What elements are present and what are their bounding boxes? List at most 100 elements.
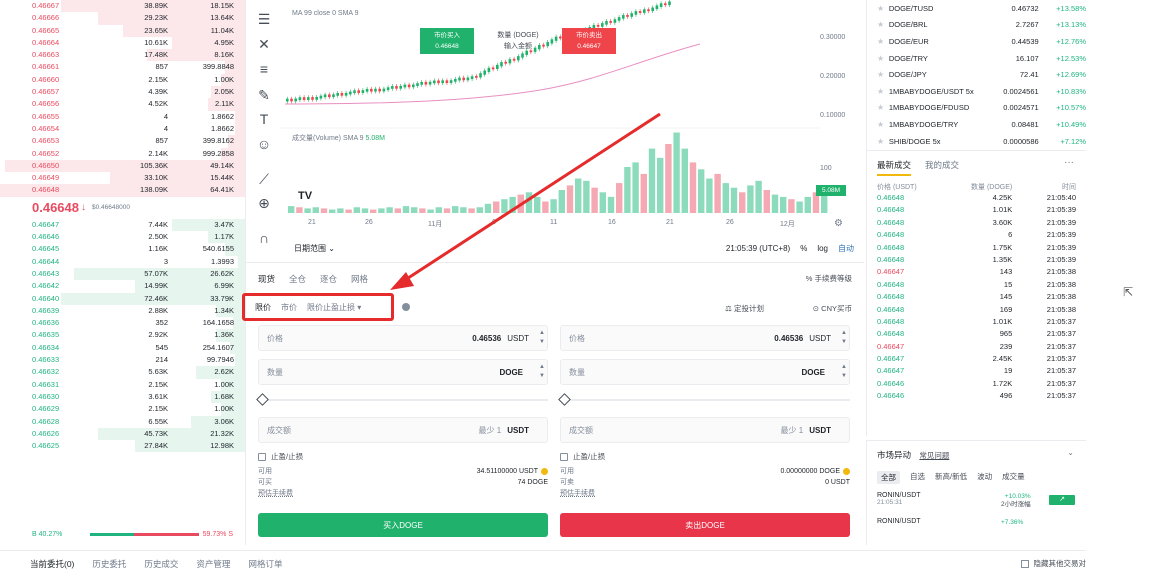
- sell-price-stepper[interactable]: ▲ ▼: [841, 329, 847, 347]
- tab-stop-limit[interactable]: 限价止盈止损 ▾: [307, 302, 361, 313]
- star-icon[interactable]: ★: [877, 120, 889, 129]
- pair-row[interactable]: ★ DOGE/BRL 2.7267 +13.13%: [867, 17, 1086, 34]
- tab-assets[interactable]: 资产管理: [196, 558, 230, 570]
- date-range-selector[interactable]: 日期范围 ⌄: [294, 243, 335, 254]
- star-icon[interactable]: ★: [877, 20, 889, 29]
- order-book-row-ask[interactable]: 0.46664 10.61K 4.95K: [0, 36, 245, 50]
- tab-new-high-low[interactable]: 新高/新低: [935, 471, 967, 484]
- tab-my-trades[interactable]: 我的成交: [925, 159, 959, 176]
- order-book-row-bid[interactable]: 0.46636 352 164.1658: [0, 317, 245, 330]
- star-icon[interactable]: ★: [877, 4, 889, 13]
- order-book-row-ask[interactable]: 0.46666 29.23K 13.64K: [0, 12, 245, 25]
- deposit-coin-icon[interactable]: [843, 467, 850, 475]
- sell-total-input[interactable]: 成交额 最少 1 USDT: [560, 417, 850, 443]
- tab-isolated[interactable]: 逐仓: [320, 273, 337, 285]
- horizontal-lines-icon[interactable]: ☰: [255, 10, 273, 28]
- price-chart[interactable]: MA 99 close 0 SMA 9 成交量(Volume) SMA 9 5.…: [280, 0, 860, 268]
- sell-price-input[interactable]: 价格 0.46536 USDT ▲ ▼: [560, 325, 850, 351]
- order-book-row-bid[interactable]: 0.46628 6.55K 3.06K: [0, 415, 245, 428]
- tab-volatility[interactable]: 波动: [977, 471, 992, 484]
- pair-row[interactable]: ★ DOGE/JPY 72.41 +12.69%: [867, 66, 1086, 83]
- order-book-row-bid[interactable]: 0.46642 14.99K 6.99K: [0, 280, 245, 293]
- fee-level-link[interactable]: % 手续费等级: [806, 273, 852, 284]
- slider-handle[interactable]: [558, 393, 571, 406]
- order-book-row-ask[interactable]: 0.46654 4 1.8662: [0, 122, 245, 136]
- buy-total-input[interactable]: 成交额 最少 1 USDT: [258, 417, 548, 443]
- pair-row[interactable]: ★ 1MBABYDOGE/FDUSD 0.0024571 +10.57%: [867, 100, 1086, 117]
- pair-row[interactable]: ★ DOGE/TUSD 0.46732 +13.58%: [867, 0, 1086, 17]
- pen-brush-icon[interactable]: ✎: [255, 86, 273, 104]
- order-book-row-bid[interactable]: 0.46633 214 99.7946: [0, 354, 245, 367]
- cny-buy-link[interactable]: ⊙ CNY买币: [813, 303, 852, 314]
- sell-quantity-stepper[interactable]: ▲ ▼: [841, 363, 847, 381]
- tab-volume[interactable]: 成交量: [1002, 471, 1025, 484]
- pair-row[interactable]: ★ SHIB/DOGE 5x 0.0000586 +7.12%: [867, 133, 1086, 150]
- order-book-row-bid[interactable]: 0.46639 2.88K 1.34K: [0, 304, 245, 318]
- buy-quantity-stepper[interactable]: ▲ ▼: [539, 363, 545, 381]
- checkbox-box[interactable]: [258, 452, 266, 461]
- buy-fee-label[interactable]: 预估手续费: [258, 488, 293, 499]
- ruler-icon[interactable]: ⟋: [255, 170, 273, 188]
- order-book-row-ask[interactable]: 0.46655 4 1.8662: [0, 110, 245, 123]
- star-icon[interactable]: ★: [877, 103, 889, 112]
- order-book-row-ask[interactable]: 0.46653 857 399.8162: [0, 135, 245, 148]
- order-book-row-bid[interactable]: 0.46631 2.15K 1.00K: [0, 378, 245, 391]
- order-book-row-bid[interactable]: 0.46644 3 1.3993: [0, 255, 245, 268]
- order-book-row-bid[interactable]: 0.46625 27.84K 12.98K: [0, 440, 245, 453]
- order-book-row-ask[interactable]: 0.46656 4.52K 2.11K: [0, 98, 245, 111]
- chart-settings-icon[interactable]: ⚙: [834, 218, 843, 229]
- order-book-row-bid[interactable]: 0.46632 5.63K 2.62K: [0, 366, 245, 379]
- sell-tpsl-checkbox[interactable]: 止盈/止损: [560, 451, 850, 462]
- buy-tpsl-checkbox[interactable]: 止盈/止损: [258, 451, 548, 462]
- order-book-mid-price[interactable]: 0.46648 ↓ $0.46648000: [0, 197, 245, 219]
- buy-doge-button[interactable]: 买入DOGE: [258, 513, 548, 537]
- order-book-row-bid[interactable]: 0.46646 2.50K 1.17K: [0, 231, 245, 244]
- log-scale-toggle[interactable]: log: [817, 244, 828, 253]
- slider-handle[interactable]: [256, 393, 269, 406]
- tab-order-history[interactable]: 历史委托: [92, 558, 126, 570]
- sell-quantity-input[interactable]: 数量 DOGE ▲ ▼: [560, 359, 850, 385]
- pair-row[interactable]: ★ 1MBABYDOGE/TRY 0.08481 +10.49%: [867, 116, 1086, 133]
- order-book-row-ask[interactable]: 0.46650 105.36K 49.14K: [0, 159, 245, 173]
- text-tool-icon[interactable]: T: [255, 110, 273, 128]
- buy-price-input[interactable]: 价格 0.46536 USDT ▲ ▼: [258, 325, 548, 351]
- emoji-icon[interactable]: ☺: [255, 135, 273, 153]
- star-icon[interactable]: ★: [877, 37, 889, 46]
- order-book-row-ask[interactable]: 0.46665 23.65K 11.04K: [0, 24, 245, 37]
- order-book-row-bid[interactable]: 0.46640 72.46K 33.79K: [0, 292, 245, 305]
- tab-grid-orders[interactable]: 网格订单: [248, 558, 282, 570]
- tab-limit[interactable]: 限价: [255, 302, 271, 313]
- sell-fee-label[interactable]: 预估手续费: [560, 488, 595, 499]
- buy-quantity-input[interactable]: 数量 DOGE ▲ ▼: [258, 359, 548, 385]
- order-book-row-bid[interactable]: 0.46634 545 254.1607: [0, 341, 245, 355]
- order-book-row-ask[interactable]: 0.46652 2.14K 999.2858: [0, 147, 245, 160]
- order-book-row-ask[interactable]: 0.46663 17.48K 8.16K: [0, 49, 245, 62]
- percent-scale-toggle[interactable]: %: [800, 244, 807, 253]
- tab-trade-history[interactable]: 历史成交: [144, 558, 178, 570]
- order-book-row-ask[interactable]: 0.46648 138.09K 64.41K: [0, 184, 245, 197]
- pair-row[interactable]: ★ DOGE/EUR 0.44539 +12.76%: [867, 33, 1086, 50]
- tab-favorites[interactable]: 自选: [910, 471, 925, 484]
- sell-doge-button[interactable]: 卖出DOGE: [560, 513, 850, 537]
- order-book-row-bid[interactable]: 0.46647 7.44K 3.47K: [0, 218, 245, 232]
- auto-scale-toggle[interactable]: 自动: [838, 243, 854, 254]
- order-book-row-ask[interactable]: 0.46667 38.89K 18.15K: [0, 0, 245, 13]
- magnet-icon[interactable]: ∩: [255, 229, 273, 247]
- order-book-row-ask[interactable]: 0.46661 857 399.8848: [0, 61, 245, 74]
- buy-amount-slider[interactable]: [256, 393, 548, 407]
- tab-open-orders[interactable]: 当前委托(0): [30, 558, 74, 570]
- fib-lines-icon[interactable]: ≡: [255, 60, 273, 78]
- order-book-row-ask[interactable]: 0.46657 4.39K 2.05K: [0, 86, 245, 99]
- order-book-row-bid[interactable]: 0.46629 2.15K 1.00K: [0, 403, 245, 416]
- order-book-row-bid[interactable]: 0.46626 45.73K 21.32K: [0, 427, 245, 441]
- buy-price-stepper[interactable]: ▲ ▼: [539, 329, 545, 347]
- pair-row[interactable]: ★ 1MBABYDOGE/USDT 5x 0.0024561 +10.83%: [867, 83, 1086, 100]
- tab-cross[interactable]: 全仓: [289, 273, 306, 285]
- tab-grid[interactable]: 网格: [351, 273, 368, 285]
- star-icon[interactable]: ★: [877, 70, 889, 79]
- tab-all[interactable]: 全部: [877, 471, 900, 484]
- pair-row[interactable]: ★ DOGE/TRY 16.107 +12.53%: [867, 50, 1086, 67]
- zoom-in-icon[interactable]: ⊕: [255, 194, 273, 212]
- order-book-row-ask[interactable]: 0.46660 2.15K 1.00K: [0, 73, 245, 87]
- order-book-row-ask[interactable]: 0.46649 33.10K 15.44K: [0, 172, 245, 185]
